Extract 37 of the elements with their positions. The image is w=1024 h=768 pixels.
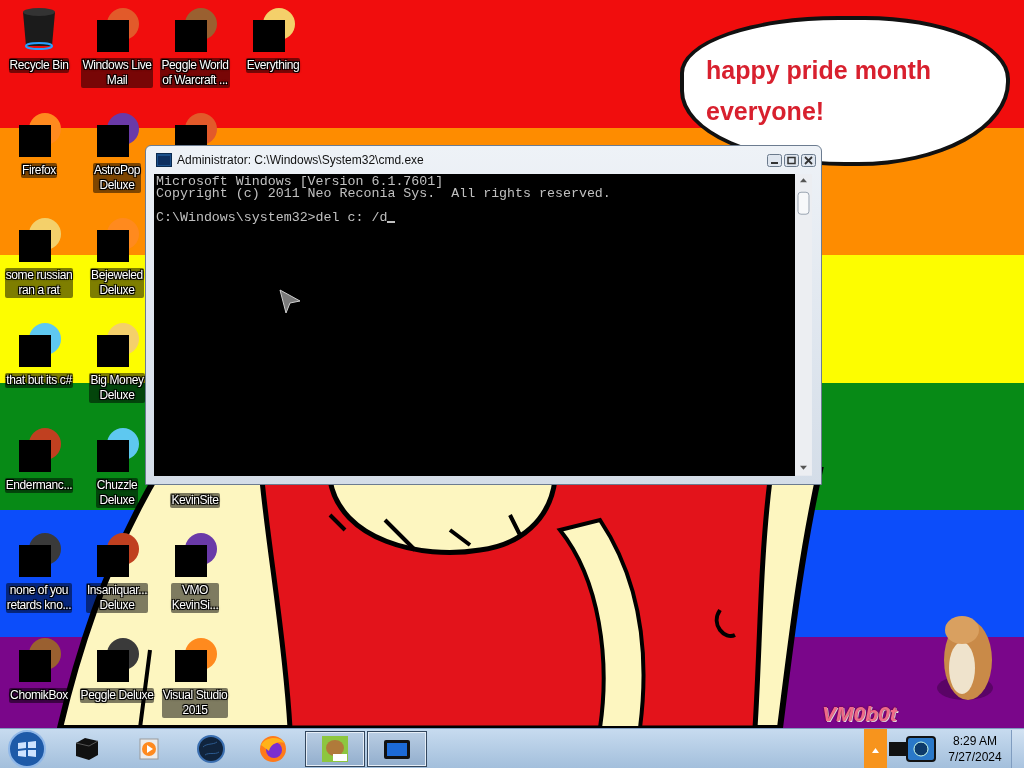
- terminal-icon: [156, 153, 172, 167]
- icon-label[interactable]: that but its c#: [5, 373, 73, 388]
- icon-label[interactable]: Endermanc...: [4, 478, 74, 493]
- icon-label[interactable]: Big Money Deluxe: [89, 373, 145, 403]
- console-area[interactable]: Microsoft Windows [Version 6.1.7601] Copyright (c) 2011 Neo Reconia Sys. All rights reserved. C:\Windows\system32>del c: /d: [154, 174, 796, 476]
- window-title: Administrator: C:\Windows\System32\cmd.exe: [177, 153, 425, 167]
- globe-icon: [195, 732, 227, 765]
- icon-label[interactable]: Firefox: [21, 163, 57, 178]
- icon-label[interactable]: Everything: [245, 58, 301, 73]
- taskbar-button[interactable]: [305, 730, 365, 767]
- icon-label[interactable]: AstroPop Deluxe: [92, 163, 142, 193]
- icon-label[interactable]: KevinSite: [170, 493, 220, 508]
- minimize-button[interactable]: [767, 153, 782, 167]
- icon-label[interactable]: Peggle World of Warcraft ...: [160, 58, 230, 88]
- wallpaper-caption: VM0b0t: [822, 702, 897, 726]
- icon-label[interactable]: VMO KevinSi...: [170, 583, 220, 613]
- console-line: Microsoft Windows [Version 6.1.7601]: [156, 176, 445, 188]
- clock[interactable]: 8:29 AM 7/27/2024: [943, 732, 1007, 765]
- command-line: C:\Windows\system32>del c: /d: [156, 212, 388, 224]
- icon-label[interactable]: some russian ran a rat: [4, 268, 74, 298]
- icon-label[interactable]: ChomikBox: [9, 688, 69, 703]
- mouse-pointer-icon: [279, 289, 301, 315]
- console-line: Copyright (c) 2011 Neo Reconia Sys. All rights reserved.: [156, 188, 612, 200]
- maximize-button[interactable]: [784, 153, 799, 167]
- close-button[interactable]: [801, 153, 816, 167]
- icon-label[interactable]: Chuzzle Deluxe: [95, 478, 139, 508]
- icon-label[interactable]: Windows Live Mail: [81, 58, 153, 88]
- icon-label[interactable]: Visual Studio 2015: [161, 688, 229, 718]
- text-cursor: [387, 221, 396, 223]
- start-button[interactable]: [6, 729, 48, 768]
- icon-label[interactable]: Bejeweled Deluxe: [90, 268, 144, 298]
- clock-time: 8:29 AM: [953, 732, 997, 749]
- clock-date: 7/27/2024: [948, 748, 1002, 765]
- taskbar-button[interactable]: [367, 730, 427, 767]
- icon-label[interactable]: Recycle Bin: [8, 58, 70, 73]
- icon-label[interactable]: none of you retards kno...: [5, 583, 73, 613]
- bubble-text: happy pride month everyone!: [706, 55, 931, 127]
